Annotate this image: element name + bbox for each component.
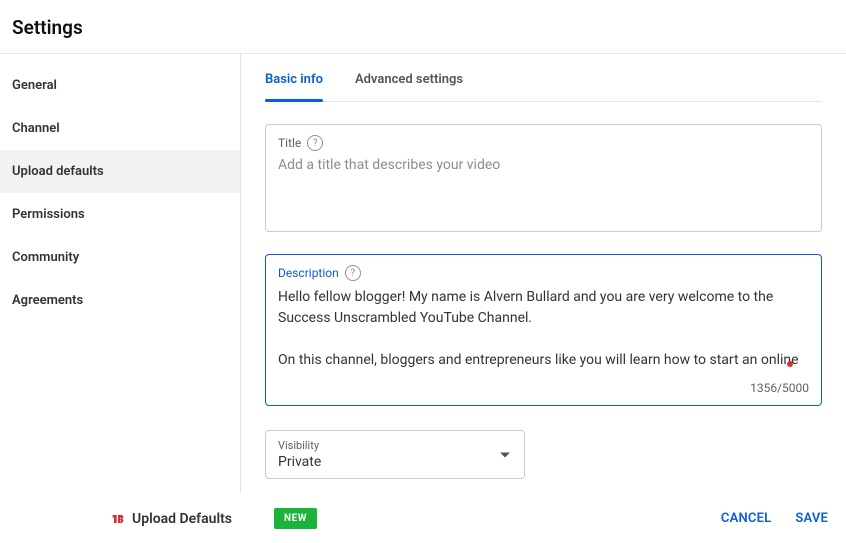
title-label: Title xyxy=(278,136,301,150)
description-input[interactable] xyxy=(278,287,809,373)
title-field-box: Title ? xyxy=(265,124,822,232)
tabs: Basic info Advanced settings xyxy=(265,54,822,102)
recording-indicator-icon xyxy=(787,361,793,367)
sidebar-item-upload-defaults[interactable]: Upload defaults xyxy=(0,150,240,193)
sidebar-item-agreements[interactable]: Agreements xyxy=(0,279,240,322)
tubebuddy-icon xyxy=(110,511,126,527)
description-label-row: Description ? xyxy=(278,265,809,281)
sidebar-item-general[interactable]: General xyxy=(0,64,240,107)
sidebar-item-community[interactable]: Community xyxy=(0,236,240,279)
title-input[interactable] xyxy=(278,157,809,217)
footer-bar: Upload Defaults NEW CANCEL SAVE xyxy=(0,493,846,543)
char-count: 1356/5000 xyxy=(278,381,809,395)
footer-left: Upload Defaults NEW xyxy=(110,508,317,529)
save-button[interactable]: SAVE xyxy=(795,511,828,526)
settings-header: Settings xyxy=(0,0,846,53)
sidebar-item-permissions[interactable]: Permissions xyxy=(0,193,240,236)
main-panel: Basic info Advanced settings Title ? Des… xyxy=(241,54,846,497)
chevron-down-icon xyxy=(500,452,510,457)
visibility-value: Private xyxy=(278,454,512,470)
new-badge: NEW xyxy=(274,508,317,529)
visibility-label: Visibility xyxy=(278,439,512,452)
help-icon[interactable]: ? xyxy=(345,265,361,281)
visibility-select[interactable]: Visibility Private xyxy=(265,430,525,479)
cancel-button[interactable]: CANCEL xyxy=(721,511,771,526)
settings-body: General Channel Upload defaults Permissi… xyxy=(0,53,846,497)
help-icon[interactable]: ? xyxy=(307,135,323,151)
description-field-box: Description ? 1356/5000 xyxy=(265,254,822,406)
main-scroll-area[interactable]: Basic info Advanced settings Title ? Des… xyxy=(241,54,846,497)
footer-actions: CANCEL SAVE xyxy=(721,511,828,526)
description-label: Description xyxy=(278,266,339,280)
sidebar: General Channel Upload defaults Permissi… xyxy=(0,54,241,497)
tab-basic-info[interactable]: Basic info xyxy=(265,72,323,101)
page-title: Settings xyxy=(12,16,834,39)
footer-title: Upload Defaults xyxy=(132,511,232,527)
sidebar-item-channel[interactable]: Channel xyxy=(0,107,240,150)
title-label-row: Title ? xyxy=(278,135,809,151)
tab-advanced-settings[interactable]: Advanced settings xyxy=(355,72,463,101)
